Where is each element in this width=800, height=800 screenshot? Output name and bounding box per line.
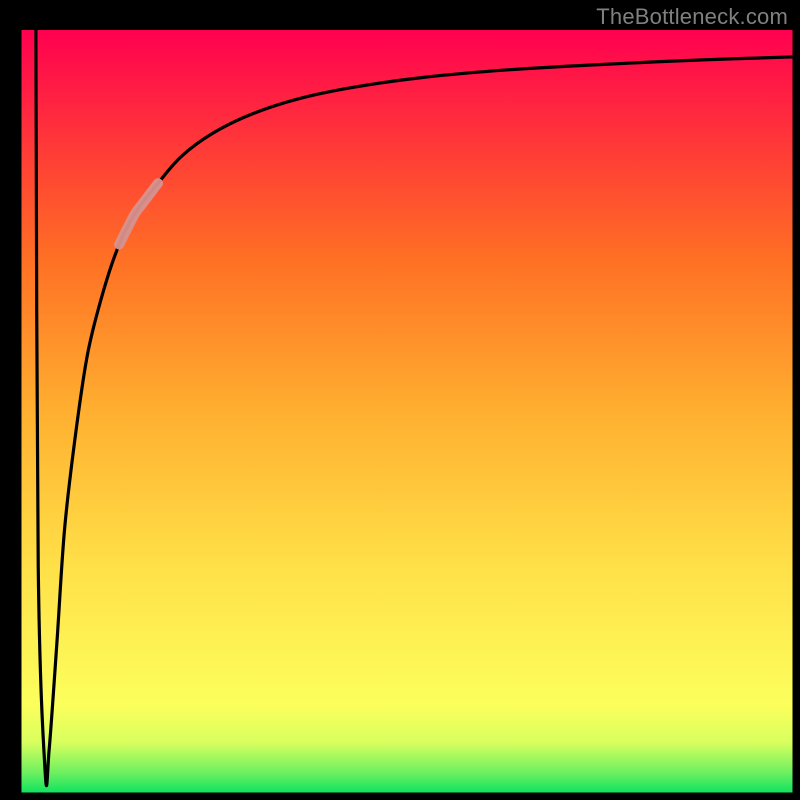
bottleneck-chart bbox=[0, 0, 800, 800]
gradient-background bbox=[18, 30, 796, 796]
chart-container: TheBottleneck.com bbox=[0, 0, 800, 800]
